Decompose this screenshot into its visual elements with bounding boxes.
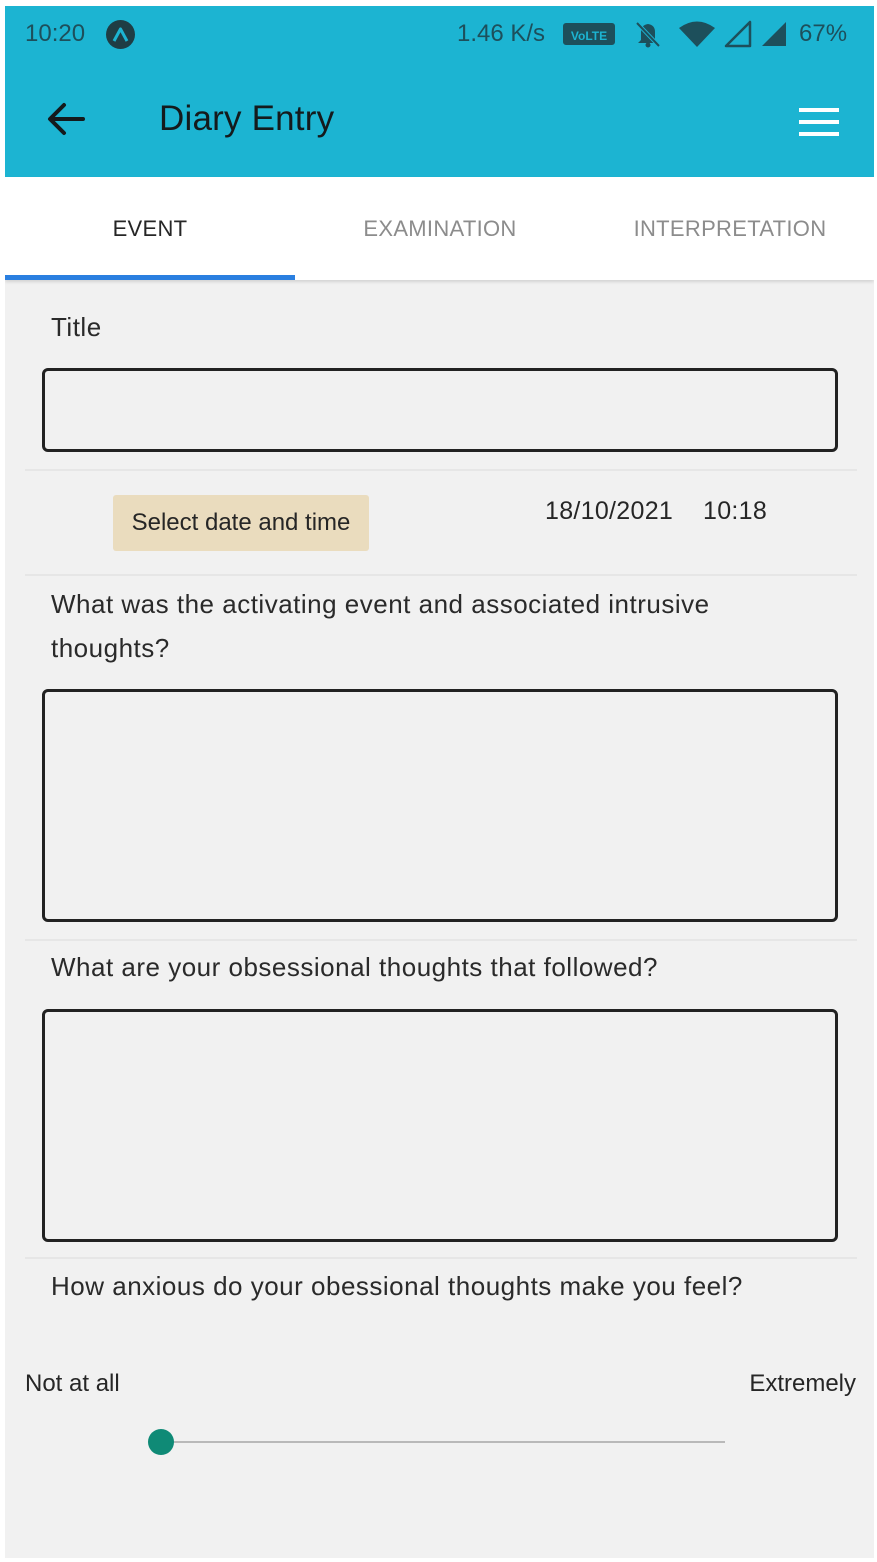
wifi-icon	[677, 19, 717, 56]
signal-empty-icon	[723, 19, 753, 56]
phone-screen: 10:20 1.46 K/s VoLTE 67% Diary Entry EVE…	[5, 6, 874, 1558]
active-tab-indicator	[5, 275, 295, 280]
tab-examination[interactable]: EXAMINATION	[295, 177, 585, 280]
divider	[25, 939, 857, 941]
anxiety-label: How anxious do your obessional thoughts …	[51, 1271, 743, 1301]
volte-badge: VoLTE	[563, 23, 615, 45]
app-notification-icon	[106, 20, 135, 49]
tab-interpretation[interactable]: INTERPRETATION	[585, 177, 874, 280]
slider-thumb[interactable]	[148, 1429, 174, 1455]
selected-date: 18/10/2021	[545, 497, 674, 525]
status-time: 10:20	[25, 20, 86, 47]
selected-time: 10:18	[703, 497, 768, 525]
back-button[interactable]	[39, 92, 93, 146]
arrow-left-icon	[48, 103, 85, 135]
app-bar: Diary Entry	[5, 62, 874, 177]
select-date-time-button[interactable]: Select date and time	[113, 495, 369, 551]
menu-button[interactable]	[789, 95, 849, 149]
activating-event-input[interactable]	[42, 689, 838, 922]
obsessional-thoughts-label: What are your obsessional thoughts that …	[51, 952, 658, 982]
status-bar: 10:20 1.46 K/s VoLTE 67%	[5, 6, 874, 62]
title-label: Title	[51, 312, 102, 342]
battery-level: 67%	[799, 20, 848, 47]
title-input[interactable]	[42, 368, 838, 452]
obsessional-thoughts-input[interactable]	[42, 1009, 838, 1242]
anxiety-slider[interactable]	[143, 1424, 729, 1460]
tab-event[interactable]: EVENT	[5, 177, 295, 280]
tab-bar: EVENT EXAMINATION INTERPRETATION	[5, 177, 874, 280]
divider	[25, 574, 857, 576]
slider-track	[157, 1441, 725, 1443]
slider-min-label: Not at all	[25, 1370, 120, 1397]
network-speed: 1.46 K/s	[457, 20, 546, 47]
page-title: Diary Entry	[159, 99, 335, 138]
activating-event-label: What was the activating event and associ…	[51, 589, 710, 663]
slider-max-label: Extremely	[749, 1370, 856, 1397]
header: 10:20 1.46 K/s VoLTE 67% Diary Entry	[5, 6, 874, 177]
signal-full-icon	[759, 19, 789, 56]
silent-bell-icon	[633, 19, 663, 56]
divider	[25, 469, 857, 471]
divider	[25, 1257, 857, 1259]
hamburger-menu-icon	[799, 108, 839, 136]
